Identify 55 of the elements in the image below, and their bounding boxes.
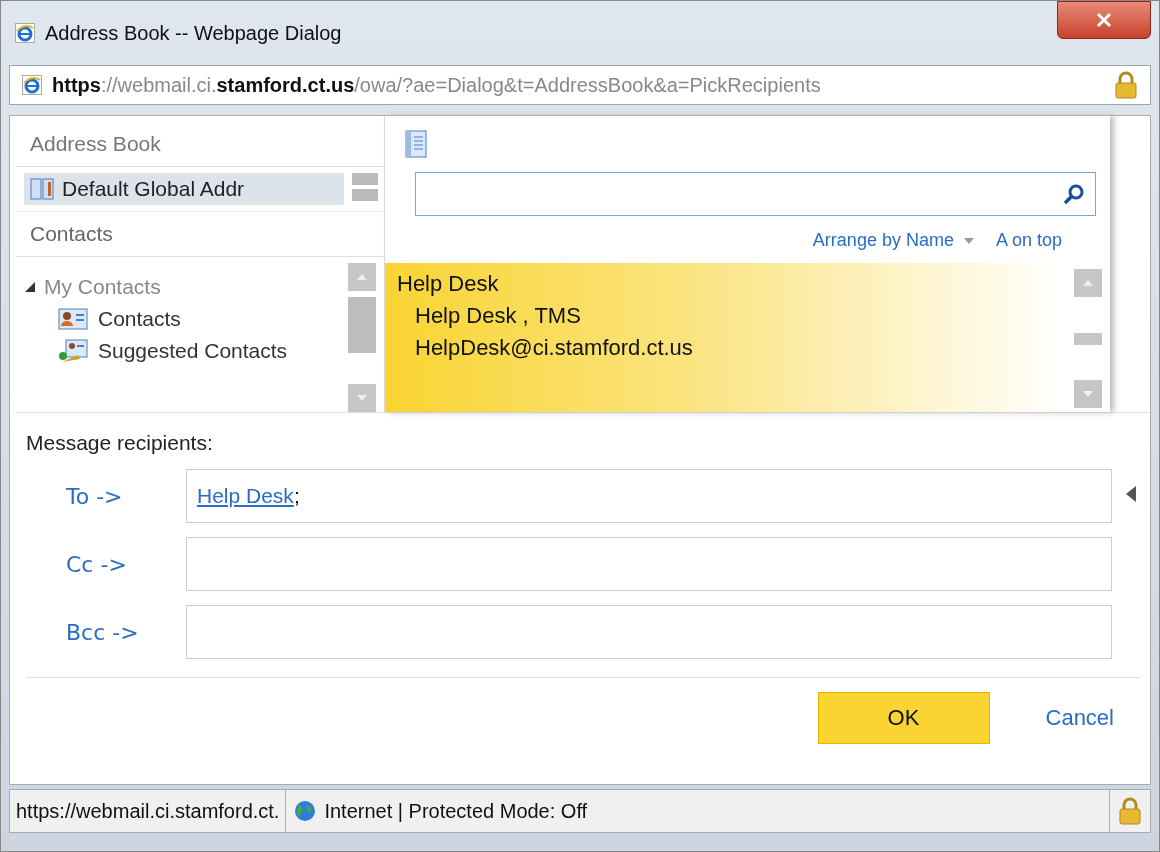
- lock-icon: [1118, 797, 1142, 825]
- up-arrow-icon: [357, 274, 367, 280]
- down-arrow-icon: [357, 395, 367, 401]
- contact-card-icon: [58, 308, 88, 330]
- panel-title: Address Book: [16, 116, 384, 167]
- separator-text: ;: [293, 484, 300, 508]
- expanded-triangle-icon: [24, 281, 36, 293]
- tree-node[interactable]: My Contacts: [24, 275, 348, 299]
- scroll-down-button[interactable]: [1074, 380, 1102, 408]
- recipient-field[interactable]: Help Desk;: [186, 469, 1112, 523]
- window-title: Address Book -- Webpage Dialog: [45, 21, 342, 45]
- address-book-icon[interactable]: [405, 130, 427, 158]
- search-field[interactable]: [415, 172, 1096, 216]
- search-icon: [1063, 183, 1085, 205]
- lock-icon: [1114, 71, 1138, 99]
- down-arrow-icon: [1083, 391, 1093, 397]
- panel-title: Contacts: [16, 211, 384, 257]
- recipient-button[interactable]: Bcc ->: [26, 619, 186, 645]
- scroll-down-button[interactable]: [352, 189, 378, 201]
- up-arrow-icon: [1083, 280, 1093, 286]
- address-book-icon: [30, 178, 54, 200]
- scroll-down-button[interactable]: [348, 384, 376, 412]
- group-name: Help Desk: [397, 271, 500, 297]
- contact-email: HelpDesk@ci.stamford.ct.us: [414, 335, 694, 361]
- recipient-button[interactable]: Cc ->: [26, 551, 186, 577]
- url-text: https://webmail.ci.stamford.ct.us/owa/?ae=Dialog&t=AddressBook&a=PickRecipients: [52, 73, 822, 97]
- ok-button[interactable]: OK: [817, 692, 990, 744]
- scroll-thumb[interactable]: [348, 297, 376, 353]
- collapse-arrow-icon[interactable]: [1126, 486, 1136, 502]
- scroll-up-button[interactable]: [348, 263, 376, 291]
- suggested-contacts-icon: [58, 339, 88, 363]
- recipient-field[interactable]: [186, 605, 1112, 659]
- arrange-by-menu[interactable]: Arrange by Name: [812, 230, 974, 251]
- zone-text: Internet | Protected Mode: Off: [324, 799, 588, 823]
- result-item[interactable]: Help Desk Help Desk , TMS HelpDesk@ci.stamford.ct.us: [385, 263, 1066, 412]
- close-button[interactable]: [1057, 1, 1151, 39]
- section-label: Message recipients:: [26, 431, 214, 455]
- address-book-item[interactable]: Default Global Addr: [24, 173, 344, 205]
- recipient-field[interactable]: [186, 537, 1112, 591]
- tree-item[interactable]: Contacts: [24, 307, 348, 331]
- cancel-link[interactable]: Cancel: [1045, 705, 1114, 731]
- contact-name: Help Desk , TMS: [414, 303, 582, 329]
- recipient-button[interactable]: To ->: [26, 483, 186, 509]
- globe-icon: [294, 800, 317, 822]
- tree-item[interactable]: Suggested Contacts: [24, 339, 348, 363]
- page-icon: [22, 75, 42, 95]
- close-icon: [1096, 12, 1112, 28]
- scroll-up-button[interactable]: [1074, 269, 1102, 297]
- sort-order-link[interactable]: A on top: [995, 230, 1062, 251]
- browser-icon: [15, 23, 35, 43]
- status-url: https://webmail.ci.stamford.ct.: [10, 790, 287, 832]
- scroll-thumb[interactable]: [1074, 332, 1102, 345]
- recipient-link[interactable]: Help Desk: [197, 484, 294, 508]
- scroll-up-button[interactable]: [352, 173, 378, 185]
- caret-icon: [963, 237, 974, 244]
